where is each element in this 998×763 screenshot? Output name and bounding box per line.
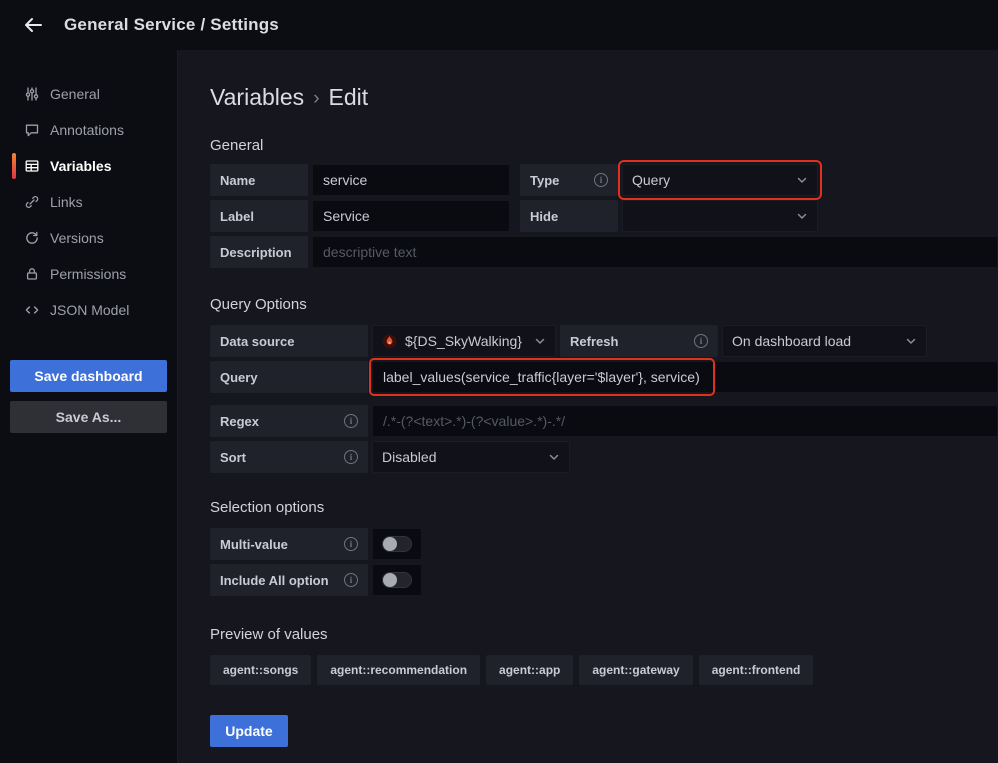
toggle-knob [383, 537, 397, 551]
selection-options-heading: Selection options [210, 499, 998, 516]
preview-values: agent::songs agent::recommendation agent… [210, 655, 998, 685]
settings-sidebar: General Annotations Variables [0, 50, 178, 763]
sidebar-item-variables[interactable]: Variables [0, 148, 177, 184]
datasource-label: Data source [210, 325, 368, 357]
hide-select[interactable] [622, 200, 818, 232]
sidebar-item-label: Versions [50, 230, 104, 246]
preview-value-chip: agent::gateway [579, 655, 692, 685]
regex-row: Regex [210, 405, 998, 437]
info-icon[interactable] [344, 537, 358, 551]
label-hide-row: Label Hide [210, 200, 998, 232]
sidebar-item-label: Annotations [50, 122, 124, 138]
save-as-button[interactable]: Save As... [10, 401, 167, 433]
update-button[interactable]: Update [210, 715, 288, 747]
sort-row: Sort Disabled [210, 441, 998, 473]
multi-value-row: Multi-value [210, 528, 998, 560]
datasource-refresh-row: Data source ${DS_SkyWalking} [210, 325, 998, 357]
refresh-select[interactable]: On dashboard load [722, 325, 927, 357]
breadcrumb-section[interactable]: Variables [210, 84, 304, 111]
sidebar-item-general[interactable]: General [0, 76, 177, 112]
code-icon [24, 302, 40, 318]
sidebar-item-label: Variables [50, 158, 112, 174]
preview-value-chip: agent::songs [210, 655, 311, 685]
back-button[interactable] [16, 8, 50, 42]
sort-select[interactable]: Disabled [372, 441, 570, 473]
sidebar-item-label: Links [50, 194, 83, 210]
info-icon[interactable] [344, 414, 358, 428]
type-label: Type [520, 164, 618, 196]
info-icon[interactable] [344, 573, 358, 587]
query-options-heading: Query Options [210, 296, 998, 313]
hide-label: Hide [520, 200, 618, 232]
info-icon[interactable] [594, 173, 608, 187]
toggle-track [382, 572, 412, 588]
active-indicator [12, 153, 16, 179]
chevron-down-icon [796, 210, 808, 222]
datasource-select[interactable]: ${DS_SkyWalking} [372, 325, 556, 357]
link-icon [24, 194, 40, 210]
sliders-icon [24, 86, 40, 102]
preview-value-chip: agent::app [486, 655, 573, 685]
breadcrumb-separator: › [313, 86, 319, 110]
include-all-label: Include All option [210, 564, 368, 596]
comment-icon [24, 122, 40, 138]
general-section-heading: General [210, 137, 998, 154]
preview-value-chip: agent::frontend [699, 655, 814, 685]
breadcrumb-page: Edit [329, 84, 369, 111]
variable-editor-panel: Variables › Edit General Name Type Query [178, 50, 998, 763]
include-all-toggle[interactable] [372, 564, 422, 596]
arrow-left-icon [22, 14, 44, 36]
description-input[interactable] [312, 236, 998, 268]
sort-label: Sort [210, 441, 368, 473]
description-row: Description [210, 236, 998, 268]
label-label: Label [210, 200, 308, 232]
query-row: Query [210, 361, 998, 393]
query-input[interactable] [372, 361, 998, 393]
chevron-down-icon [548, 451, 560, 463]
chevron-down-icon [905, 335, 917, 347]
chevron-down-icon [534, 335, 546, 347]
save-dashboard-button[interactable]: Save dashboard [10, 360, 167, 392]
lock-icon [24, 266, 40, 282]
name-input[interactable] [312, 164, 510, 196]
name-type-row: Name Type Query [210, 164, 998, 196]
top-navbar: General Service / Settings [0, 0, 998, 50]
description-label: Description [210, 236, 308, 268]
toggle-track [382, 536, 412, 552]
name-label: Name [210, 164, 308, 196]
chevron-down-icon [796, 174, 808, 186]
label-input[interactable] [312, 200, 510, 232]
breadcrumb: Variables › Edit [210, 84, 998, 111]
prometheus-datasource-icon [382, 334, 397, 349]
sidebar-item-label: JSON Model [50, 302, 129, 318]
refresh-label: Refresh [560, 325, 718, 357]
multi-value-toggle[interactable] [372, 528, 422, 560]
sidebar-item-label: Permissions [50, 266, 126, 282]
table-icon [24, 158, 40, 174]
query-label: Query [210, 361, 368, 393]
history-icon [24, 230, 40, 246]
include-all-row: Include All option [210, 564, 998, 596]
toggle-knob [383, 573, 397, 587]
sidebar-item-annotations[interactable]: Annotations [0, 112, 177, 148]
sidebar-item-versions[interactable]: Versions [0, 220, 177, 256]
page-title: General Service / Settings [64, 15, 279, 35]
sidebar-item-links[interactable]: Links [0, 184, 177, 220]
sidebar-item-label: General [50, 86, 100, 102]
type-select[interactable]: Query [622, 164, 818, 196]
regex-input[interactable] [372, 405, 998, 437]
preview-value-chip: agent::recommendation [317, 655, 480, 685]
sidebar-item-json-model[interactable]: JSON Model [0, 292, 177, 328]
dashboard-settings-screen: General Service / Settings General Annot… [0, 0, 998, 763]
regex-label: Regex [210, 405, 368, 437]
multi-value-label: Multi-value [210, 528, 368, 560]
preview-heading: Preview of values [210, 626, 998, 643]
sidebar-item-permissions[interactable]: Permissions [0, 256, 177, 292]
info-icon[interactable] [344, 450, 358, 464]
info-icon[interactable] [694, 334, 708, 348]
